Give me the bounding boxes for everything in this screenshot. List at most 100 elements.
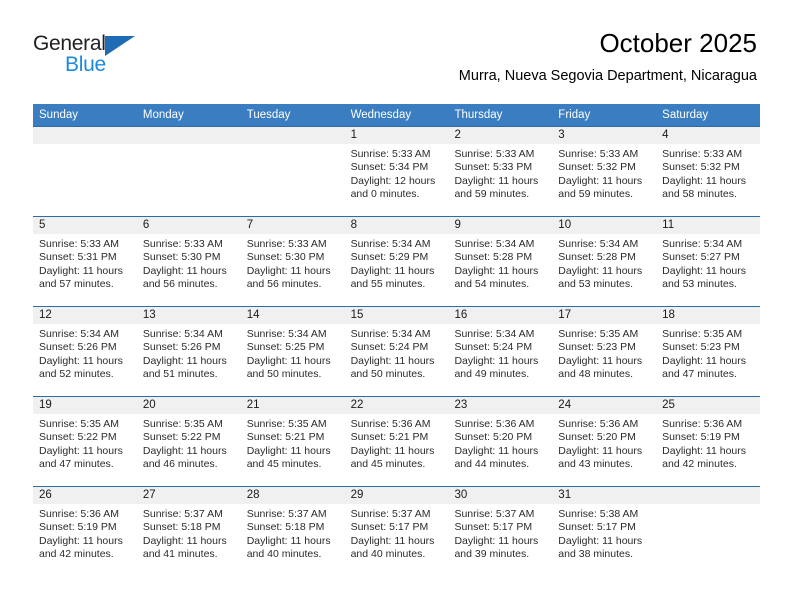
day-details: Sunrise: 5:33 AM Sunset: 5:31 PM Dayligh… xyxy=(33,234,137,292)
daylight-line-2: and 48 minutes. xyxy=(558,368,634,381)
daylight-line-1: Daylight: 11 hours xyxy=(246,354,331,367)
daylight-line-2: and 49 minutes. xyxy=(454,368,530,381)
sunrise-line: Sunrise: 5:34 AM xyxy=(142,328,223,340)
day-cell[interactable]: 19 Sunrise: 5:35 AM Sunset: 5:22 PM Dayl… xyxy=(33,397,137,486)
day-cell[interactable] xyxy=(136,127,241,216)
day-number: 19 xyxy=(33,397,137,414)
day-number: 21 xyxy=(240,397,345,414)
weekday-header-thursday: Thursday xyxy=(454,109,503,121)
day-cell[interactable]: 1 Sunrise: 5:33 AM Sunset: 5:34 PM Dayli… xyxy=(344,127,449,216)
calendar-grid: Sunday Monday Tuesday Wednesday Thursday… xyxy=(33,104,761,576)
day-cell[interactable]: 14 Sunrise: 5:34 AM Sunset: 5:25 PM Dayl… xyxy=(240,307,345,396)
day-details: Sunrise: 5:35 AM Sunset: 5:22 PM Dayligh… xyxy=(137,414,241,472)
day-cell[interactable]: 18 Sunrise: 5:35 AM Sunset: 5:23 PM Dayl… xyxy=(656,307,761,396)
day-cell[interactable] xyxy=(33,127,137,216)
sunrise-line: Sunrise: 5:33 AM xyxy=(558,148,639,160)
sunrise-line: Sunrise: 5:35 AM xyxy=(39,418,119,430)
day-cell[interactable]: 24 Sunrise: 5:36 AM Sunset: 5:20 PM Dayl… xyxy=(552,397,657,486)
daylight-line-1: Daylight: 11 hours xyxy=(454,174,539,187)
day-details: Sunrise: 5:34 AM Sunset: 5:28 PM Dayligh… xyxy=(448,234,552,292)
sunrise-line: Sunrise: 5:37 AM xyxy=(246,508,327,520)
day-cell[interactable]: 22 Sunrise: 5:36 AM Sunset: 5:21 PM Dayl… xyxy=(344,397,449,486)
day-cell[interactable]: 8 Sunrise: 5:34 AM Sunset: 5:29 PM Dayli… xyxy=(344,217,449,306)
day-cell[interactable]: 25 Sunrise: 5:36 AM Sunset: 5:19 PM Dayl… xyxy=(656,397,761,486)
sunset-line: Sunset: 5:23 PM xyxy=(662,341,740,354)
general-blue-logo[interactable]: General Blue xyxy=(33,32,213,80)
daylight-line-1: Daylight: 11 hours xyxy=(662,354,747,367)
sunrise-line: Sunrise: 5:35 AM xyxy=(142,418,223,430)
day-number: 4 xyxy=(656,127,761,144)
sunrise-line: Sunrise: 5:34 AM xyxy=(350,238,431,250)
daylight-line-1: Daylight: 11 hours xyxy=(454,354,539,367)
daylight-line-2: and 47 minutes. xyxy=(662,368,737,381)
daylight-line-1: Daylight: 12 hours xyxy=(350,174,436,187)
weekday-header-monday: Monday xyxy=(142,109,184,121)
day-cell[interactable]: 6 Sunrise: 5:33 AM Sunset: 5:30 PM Dayli… xyxy=(136,217,241,306)
day-cell[interactable]: 4 Sunrise: 5:33 AM Sunset: 5:32 PM Dayli… xyxy=(656,127,761,216)
daylight-line-1: Daylight: 11 hours xyxy=(350,444,435,457)
sunset-line: Sunset: 5:22 PM xyxy=(39,431,117,444)
day-cell[interactable]: 15 Sunrise: 5:34 AM Sunset: 5:24 PM Dayl… xyxy=(344,307,449,396)
day-cell[interactable]: 30 Sunrise: 5:37 AM Sunset: 5:17 PM Dayl… xyxy=(448,487,553,576)
sunset-line: Sunset: 5:19 PM xyxy=(662,431,740,444)
daylight-line-1: Daylight: 11 hours xyxy=(558,174,643,187)
day-details: Sunrise: 5:33 AM Sunset: 5:33 PM Dayligh… xyxy=(448,144,552,202)
daylight-line-2: and 59 minutes. xyxy=(558,188,634,201)
daylight-line-1: Daylight: 11 hours xyxy=(558,354,643,367)
daylight-line-2: and 59 minutes. xyxy=(454,188,530,201)
day-details: Sunrise: 5:36 AM Sunset: 5:20 PM Dayligh… xyxy=(552,414,656,472)
page-subtitle: Murra, Nueva Segovia Department, Nicarag… xyxy=(458,68,757,84)
daylight-line-2: and 42 minutes. xyxy=(39,548,114,561)
sunrise-line: Sunrise: 5:35 AM xyxy=(662,328,743,340)
day-cell[interactable]: 7 Sunrise: 5:33 AM Sunset: 5:30 PM Dayli… xyxy=(240,217,345,306)
day-cell[interactable] xyxy=(240,127,345,216)
daylight-line-1: Daylight: 11 hours xyxy=(558,444,643,457)
day-number: 10 xyxy=(552,217,657,234)
daylight-line-1: Daylight: 11 hours xyxy=(662,174,747,187)
day-details: Sunrise: 5:34 AM Sunset: 5:26 PM Dayligh… xyxy=(33,324,137,382)
daylight-line-2: and 58 minutes. xyxy=(662,188,737,201)
daylight-line-2: and 54 minutes. xyxy=(454,278,530,291)
day-cell[interactable]: 21 Sunrise: 5:35 AM Sunset: 5:21 PM Dayl… xyxy=(240,397,345,486)
daylight-line-1: Daylight: 11 hours xyxy=(350,354,435,367)
day-cell[interactable]: 26 Sunrise: 5:36 AM Sunset: 5:19 PM Dayl… xyxy=(33,487,137,576)
daylight-line-2: and 41 minutes. xyxy=(142,548,218,561)
day-number: 27 xyxy=(136,487,241,504)
day-cell[interactable]: 27 Sunrise: 5:37 AM Sunset: 5:18 PM Dayl… xyxy=(136,487,241,576)
weekday-header-sunday: Sunday xyxy=(39,109,79,121)
daylight-line-2: and 45 minutes. xyxy=(350,458,426,471)
daylight-line-2: and 55 minutes. xyxy=(350,278,426,291)
day-cell[interactable]: 10 Sunrise: 5:34 AM Sunset: 5:28 PM Dayl… xyxy=(552,217,657,306)
daylight-line-2: and 50 minutes. xyxy=(246,368,322,381)
day-cell[interactable]: 3 Sunrise: 5:33 AM Sunset: 5:32 PM Dayli… xyxy=(552,127,657,216)
day-cell[interactable]: 11 Sunrise: 5:34 AM Sunset: 5:27 PM Dayl… xyxy=(656,217,761,306)
day-cell[interactable]: 23 Sunrise: 5:36 AM Sunset: 5:20 PM Dayl… xyxy=(448,397,553,486)
day-number: 17 xyxy=(552,307,657,324)
daylight-line-2: and 56 minutes. xyxy=(142,278,218,291)
day-cell[interactable]: 13 Sunrise: 5:34 AM Sunset: 5:26 PM Dayl… xyxy=(136,307,241,396)
day-cell[interactable]: 12 Sunrise: 5:34 AM Sunset: 5:26 PM Dayl… xyxy=(33,307,137,396)
day-details: Sunrise: 5:33 AM Sunset: 5:34 PM Dayligh… xyxy=(345,144,449,202)
day-cell[interactable]: 16 Sunrise: 5:34 AM Sunset: 5:24 PM Dayl… xyxy=(448,307,553,396)
day-details: Sunrise: 5:37 AM Sunset: 5:18 PM Dayligh… xyxy=(241,504,345,562)
day-cell[interactable]: 20 Sunrise: 5:35 AM Sunset: 5:22 PM Dayl… xyxy=(136,397,241,486)
day-number: 12 xyxy=(33,307,137,324)
day-details: Sunrise: 5:36 AM Sunset: 5:19 PM Dayligh… xyxy=(33,504,137,562)
sunset-line: Sunset: 5:17 PM xyxy=(350,521,429,534)
day-cell[interactable]: 29 Sunrise: 5:37 AM Sunset: 5:17 PM Dayl… xyxy=(344,487,449,576)
day-cell[interactable]: 17 Sunrise: 5:35 AM Sunset: 5:23 PM Dayl… xyxy=(552,307,657,396)
day-cell[interactable] xyxy=(656,487,761,576)
daylight-line-1: Daylight: 11 hours xyxy=(142,354,227,367)
sunrise-line: Sunrise: 5:33 AM xyxy=(454,148,535,160)
day-cell[interactable]: 5 Sunrise: 5:33 AM Sunset: 5:31 PM Dayli… xyxy=(33,217,137,306)
day-number: 26 xyxy=(33,487,137,504)
sunrise-line: Sunrise: 5:36 AM xyxy=(454,418,535,430)
day-cell[interactable]: 28 Sunrise: 5:37 AM Sunset: 5:18 PM Dayl… xyxy=(240,487,345,576)
day-number: 8 xyxy=(344,217,449,234)
day-details: Sunrise: 5:34 AM Sunset: 5:25 PM Dayligh… xyxy=(241,324,345,382)
day-cell[interactable]: 31 Sunrise: 5:38 AM Sunset: 5:17 PM Dayl… xyxy=(552,487,657,576)
day-cell[interactable]: 9 Sunrise: 5:34 AM Sunset: 5:28 PM Dayli… xyxy=(448,217,553,306)
daylight-line-2: and 44 minutes. xyxy=(454,458,530,471)
day-details: Sunrise: 5:33 AM Sunset: 5:30 PM Dayligh… xyxy=(137,234,241,292)
day-cell[interactable]: 2 Sunrise: 5:33 AM Sunset: 5:33 PM Dayli… xyxy=(448,127,553,216)
